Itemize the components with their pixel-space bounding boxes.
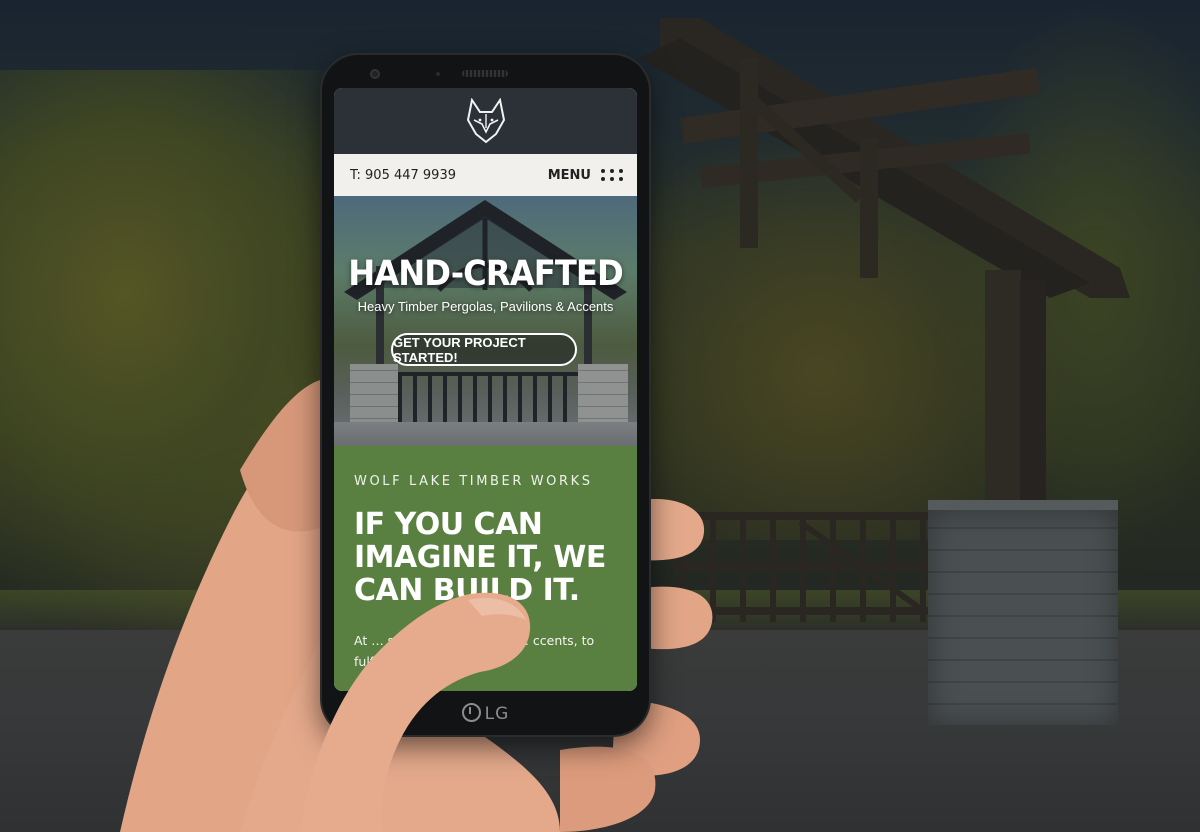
phone-screen: T: 905 447 9939 MENU HAND-CRAFTED Heavy … bbox=[334, 88, 637, 691]
site-header bbox=[334, 88, 637, 154]
phone-number-link[interactable]: T: 905 447 9939 bbox=[350, 168, 456, 183]
intro-body-text: At … strive to … y timber … ccents, to f… bbox=[354, 633, 595, 669]
menu-button[interactable]: MENU bbox=[548, 168, 623, 183]
intro-eyebrow: WOLF LAKE TIMBER WORKS bbox=[354, 474, 593, 489]
earpiece-speaker-icon bbox=[462, 70, 508, 77]
device-brand: LG bbox=[322, 703, 649, 724]
wolf-head-icon[interactable] bbox=[466, 98, 506, 144]
hero-stone-pillar-right bbox=[578, 364, 628, 430]
hero-title: HAND-CRAFTED bbox=[348, 254, 623, 294]
phone-top-bezel bbox=[322, 55, 649, 87]
hero-gate bbox=[398, 372, 578, 422]
pavilion-post-right bbox=[985, 270, 1021, 510]
front-camera-icon bbox=[370, 69, 380, 79]
intro-section: WOLF LAKE TIMBER WORKS IF YOU CAN IMAGIN… bbox=[334, 446, 637, 691]
lg-logo-icon bbox=[461, 703, 481, 722]
pavilion-roof-silhouette bbox=[640, 18, 1130, 298]
dot-grid-icon bbox=[601, 169, 623, 181]
intro-headline: IF YOU CAN IMAGINE IT, WE CAN BUILD IT. bbox=[354, 507, 606, 608]
get-started-button[interactable]: GET YOUR PROJECT STARTED! bbox=[391, 333, 577, 366]
hero-stone-pillar-left bbox=[350, 364, 398, 430]
stone-pillar bbox=[928, 500, 1118, 725]
menu-label: MENU bbox=[547, 167, 591, 183]
pavilion-post-back bbox=[1020, 280, 1046, 510]
hero-banner: HAND-CRAFTED Heavy Timber Pergolas, Pavi… bbox=[334, 196, 637, 446]
smartphone: T: 905 447 9939 MENU HAND-CRAFTED Heavy … bbox=[322, 55, 649, 735]
hero-road bbox=[334, 422, 637, 446]
hero-subtitle: Heavy Timber Pergolas, Pavilions & Accen… bbox=[357, 299, 614, 314]
device-brand-label: LG bbox=[484, 704, 510, 724]
proximity-sensor bbox=[436, 72, 440, 76]
top-bar: T: 905 447 9939 MENU bbox=[334, 154, 637, 196]
gate-silhouette bbox=[670, 512, 932, 622]
